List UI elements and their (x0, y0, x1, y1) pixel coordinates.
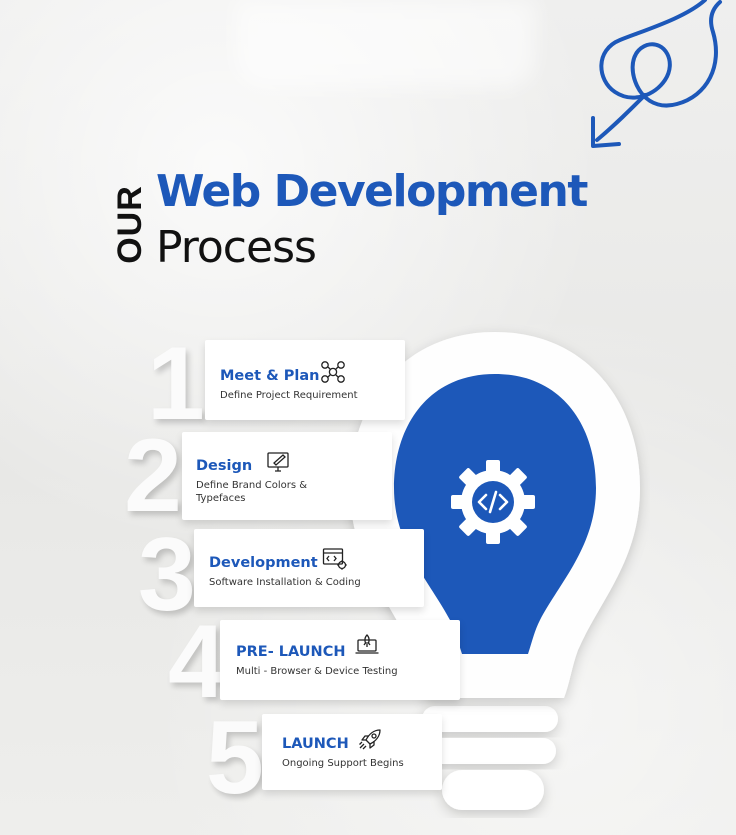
step-4: 4 PRE- LAUNCH Multi - Browser & Device T… (168, 610, 460, 714)
code-window-icon (322, 548, 347, 570)
step-description: Ongoing Support Begins (282, 758, 404, 771)
step-number: 5 (206, 700, 264, 816)
step-description-line: Define Brand Colors & (196, 480, 308, 491)
step-description-line: Define Project Requirement (220, 390, 358, 401)
network-nodes-icon (321, 361, 345, 383)
heading-prefix-text: OUR (110, 184, 149, 264)
page-subtitle: Process (156, 222, 317, 273)
step-description-line: Ongoing Support Begins (282, 758, 404, 769)
code-gear-icon (451, 460, 535, 544)
step-card: Meet & Plan Define Project Requirement (205, 340, 405, 420)
step-title: PRE- LAUNCH (236, 644, 346, 660)
step-2: 2 Design Define Brand Colors & Typefaces (124, 424, 392, 528)
step-description-line: Typefaces (196, 492, 246, 504)
step-title: LAUNCH (282, 736, 349, 752)
laptop-rocket-icon (355, 634, 379, 654)
step-title: Design (196, 458, 253, 474)
design-monitor-icon (267, 452, 289, 472)
bulb-base-ring-3 (442, 770, 544, 810)
rocket-icon (359, 729, 381, 750)
step-number: 4 (168, 604, 226, 720)
step-description: Software Installation & Coding (209, 577, 361, 590)
step-card: LAUNCH Ongoing Support Begins (262, 714, 442, 790)
step-1: 1 Meet & Plan Define Project Requirement (145, 332, 405, 436)
step-number: 2 (124, 418, 182, 534)
step-description: Define Brand Colors & Typefaces (196, 480, 307, 505)
step-3: 3 Development Software Installation & Co… (138, 523, 424, 627)
step-description: Define Project Requirement (220, 390, 358, 403)
step-description-line: Multi - Browser & Device Testing (236, 666, 398, 677)
step-description: Multi - Browser & Device Testing (236, 666, 398, 679)
step-description-line: Software Installation & Coding (209, 577, 361, 588)
step-card: Design Define Brand Colors & Typefaces (182, 432, 392, 520)
background-smudge (235, 0, 535, 88)
step-5: 5 LAUNCH Ongoing Support Begins (206, 706, 446, 810)
heading-prefix: OUR (110, 174, 150, 274)
swirl-arrow-icon (591, 0, 722, 148)
page-title: Web Development (156, 166, 588, 217)
step-card: PRE- LAUNCH Multi - Browser & Device Tes… (220, 620, 460, 700)
step-title: Meet & Plan (220, 368, 320, 384)
step-card: Development Software Installation & Codi… (194, 529, 424, 607)
step-title: Development (209, 555, 318, 571)
